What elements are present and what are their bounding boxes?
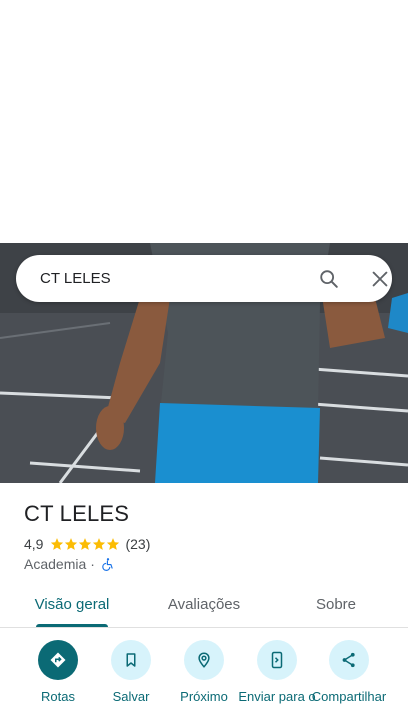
action-bar: Rotas Salvar Próximo Enviar para o Compa… xyxy=(0,640,408,726)
nearby-button[interactable]: Próximo xyxy=(164,640,244,705)
search-input[interactable]: CT LELES xyxy=(40,255,111,302)
share-label: Compartilhar xyxy=(311,689,387,704)
map-blank-area xyxy=(0,0,408,243)
send-to-phone-icon xyxy=(271,651,283,669)
directions-icon xyxy=(50,652,66,668)
nearby-icon xyxy=(198,652,210,668)
directions-button[interactable]: Rotas xyxy=(18,640,98,705)
share-icon xyxy=(342,652,355,668)
share-button[interactable]: Compartilhar xyxy=(309,640,389,705)
star-icon xyxy=(107,538,120,550)
search-icon[interactable] xyxy=(318,268,340,290)
star-icon xyxy=(65,538,78,550)
rating-row[interactable]: 4,9 (23) xyxy=(24,535,150,553)
rating-stars xyxy=(50,537,120,551)
active-tab-indicator xyxy=(36,624,108,627)
tab-bar: Visão geral Avaliações Sobre xyxy=(0,585,408,628)
bookmark-icon xyxy=(126,653,136,667)
save-label: Salvar xyxy=(112,689,150,704)
place-category: Academia xyxy=(24,556,87,572)
directions-label: Rotas xyxy=(41,689,75,704)
search-bar[interactable]: CT LELES xyxy=(16,255,392,302)
nearby-button-circle[interactable] xyxy=(184,640,224,680)
send-to-phone-button[interactable]: Enviar para o xyxy=(237,640,317,705)
star-icon xyxy=(79,538,92,550)
tab-overview[interactable]: Visão geral xyxy=(22,585,122,627)
send-to-phone-label: Enviar para o xyxy=(238,689,316,704)
close-icon[interactable] xyxy=(369,268,391,290)
rating-value: 4,9 xyxy=(24,536,44,552)
star-icon xyxy=(93,538,106,550)
nearby-label: Próximo xyxy=(180,689,228,704)
save-button-circle[interactable] xyxy=(111,640,151,680)
directions-button-circle[interactable] xyxy=(38,640,78,680)
place-title: CT LELES xyxy=(24,501,130,526)
category-row: Academia · xyxy=(24,555,115,573)
separator-dot: · xyxy=(90,556,95,572)
tab-reviews[interactable]: Avaliações xyxy=(154,585,254,627)
review-count[interactable]: (23) xyxy=(125,536,150,552)
save-button[interactable]: Salvar xyxy=(91,640,171,705)
wheelchair-accessible-icon xyxy=(102,558,113,571)
tab-about[interactable]: Sobre xyxy=(286,585,386,627)
send-to-phone-button-circle[interactable] xyxy=(257,640,297,680)
star-icon xyxy=(51,538,64,550)
share-button-circle[interactable] xyxy=(329,640,369,680)
